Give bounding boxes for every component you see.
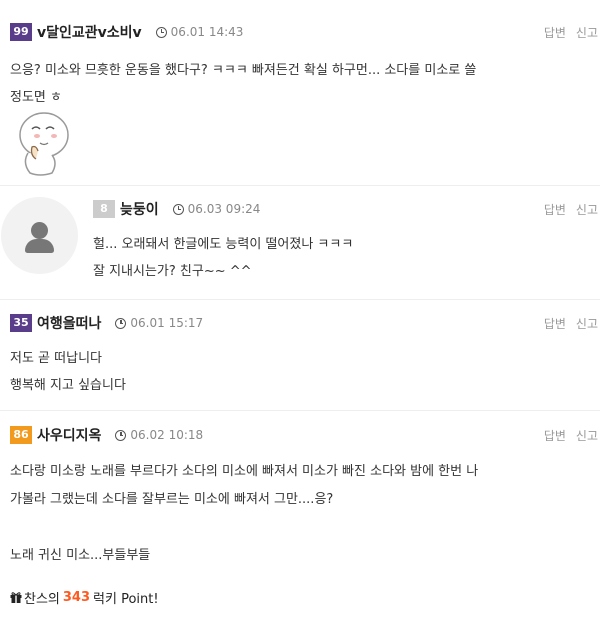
level-badge: 99 xyxy=(10,23,32,41)
comment-actions: 답변 신고 xyxy=(534,201,598,218)
comment-line: 헐... 오래돼서 한글에도 능력이 떨어졌나 ㅋㅋㅋ xyxy=(93,237,354,252)
report-button[interactable]: 신고 xyxy=(576,26,598,40)
comment-line: 노래 귀신 미소...부들부들 xyxy=(10,548,151,563)
comment-item: 8 늦둥이 06.03 09:24 답변 신고 헐... 오래돼서 한글에도 능력… xyxy=(0,186,600,300)
timestamp-text: 06.02 10:18 xyxy=(130,428,204,442)
gift-icon xyxy=(10,592,22,603)
comment-header: 99 v달인교관v소비v 06.01 14:43 xyxy=(10,21,243,43)
report-button[interactable]: 신고 xyxy=(576,429,598,443)
comment-body: 헐... 오래돼서 한글에도 능력이 떨어졌나 ㅋㅋㅋ 잘 지내시는가? 친구~… xyxy=(93,231,594,285)
comment-body: 으응? 미소와 므흣한 운동을 했다구? ㅋㅋㅋ 빠져든건 확실 하구먼... … xyxy=(10,57,594,111)
comment-actions: 답변 신고 xyxy=(534,315,598,332)
reply-button[interactable]: 답변 xyxy=(544,429,566,443)
comment-line: 잘 지내시는가? 친구~~ ^^ xyxy=(93,264,252,279)
lucky-number: 343 xyxy=(62,590,91,605)
thinking-character-emoticon xyxy=(19,112,69,176)
comment-line: 저도 곧 떠납니다 xyxy=(10,351,102,366)
clock-icon xyxy=(172,203,184,215)
timestamp: 06.02 10:18 xyxy=(115,428,203,442)
comment-item: 35 여행을떠나 06.01 15:17 답변 신고 저도 곧 떠납니다 행복해 … xyxy=(0,300,600,411)
comment-header: 35 여행을떠나 06.01 15:17 xyxy=(10,312,203,334)
comment-item: 86 사우디지옥 06.02 10:18 답변 신고 소다랑 미소랑 노래를 부르… xyxy=(0,411,600,617)
clock-icon xyxy=(155,26,167,38)
report-button[interactable]: 신고 xyxy=(576,317,598,331)
timestamp: 06.03 09:24 xyxy=(172,202,261,216)
clock-icon xyxy=(115,317,127,329)
timestamp: 06.01 15:17 xyxy=(115,316,203,330)
comment-line: 정도면 ㅎ xyxy=(10,90,62,105)
timestamp-text: 06.01 15:17 xyxy=(130,316,204,330)
comment-actions: 답변 신고 xyxy=(534,427,598,444)
comment-line: 소다랑 미소랑 노래를 부르다가 소다의 미소에 빠져서 미소가 빠진 소다와 … xyxy=(10,464,479,479)
lucky-point: 찬스의 343 럭키 Point! xyxy=(10,588,159,607)
comment-line: 으응? 미소와 므흣한 운동을 했다구? ㅋㅋㅋ 빠져든건 확실 하구먼... … xyxy=(10,63,477,78)
comment-line xyxy=(10,514,594,542)
reply-button[interactable]: 답변 xyxy=(544,203,566,217)
comment-header: 8 늦둥이 06.03 09:24 xyxy=(93,198,260,220)
reply-button[interactable]: 답변 xyxy=(544,26,566,40)
timestamp: 06.01 14:43 xyxy=(155,25,244,39)
level-badge: 8 xyxy=(93,200,115,218)
timestamp-text: 06.03 09:24 xyxy=(187,202,261,216)
level-badge: 35 xyxy=(10,314,32,332)
comment-line: 행복해 지고 싶습니다 xyxy=(10,378,126,393)
nickname[interactable]: 사우디지옥 xyxy=(37,425,101,445)
comment-actions: 답변 신고 xyxy=(534,24,598,41)
nickname[interactable]: 늦둥이 xyxy=(120,199,159,219)
timestamp-text: 06.01 14:43 xyxy=(170,25,244,39)
comment-item: 99 v달인교관v소비v 06.01 14:43 답변 신고 으응? 미소와 므흣… xyxy=(0,0,600,186)
clock-icon xyxy=(115,429,127,441)
comment-body: 저도 곧 떠납니다 행복해 지고 싶습니다 xyxy=(10,345,594,399)
nickname[interactable]: 여행을떠나 xyxy=(37,313,101,333)
report-button[interactable]: 신고 xyxy=(576,203,598,217)
comment-header: 86 사우디지옥 06.02 10:18 xyxy=(10,424,203,446)
reply-button[interactable]: 답변 xyxy=(544,317,566,331)
comment-body: 소다랑 미소랑 노래를 부르다가 소다의 미소에 빠져서 미소가 빠진 소다와 … xyxy=(10,458,594,570)
lucky-prefix: 찬스의 xyxy=(24,592,60,607)
default-user-avatar-icon xyxy=(1,197,78,274)
comment-line: 가볼라 그랬는데 소다를 잘부르는 미소에 빠져서 그만....응? xyxy=(10,492,334,507)
lucky-suffix: 럭키 Point! xyxy=(93,592,159,607)
level-badge: 86 xyxy=(10,426,32,444)
nickname[interactable]: v달인교관v소비v xyxy=(37,22,142,42)
